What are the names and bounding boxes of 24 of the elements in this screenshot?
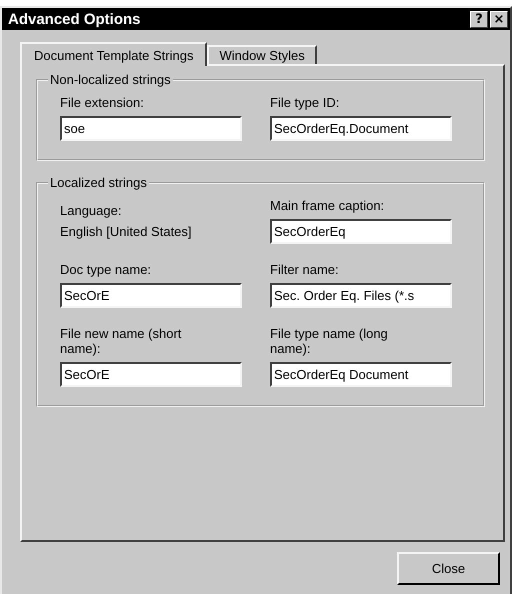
- field-label: File extension:: [60, 95, 145, 110]
- close-dialog-button[interactable]: Close: [397, 552, 500, 585]
- group-title: Non-localized strings: [49, 72, 172, 87]
- field-label: Language:: [60, 203, 122, 218]
- field-label: File type name (long name):: [270, 326, 389, 356]
- field-label: Main frame caption:: [270, 198, 386, 213]
- field-label: File type ID:: [270, 95, 340, 110]
- field-label: File new name (short name):: [60, 326, 182, 356]
- text-field[interactable]: SecOrderEq Document: [270, 362, 452, 387]
- field-label: Doc type name:: [60, 262, 152, 277]
- text-field[interactable]: SecOrderEq: [270, 219, 452, 244]
- tab[interactable]: Window Styles: [207, 45, 317, 64]
- tab[interactable]: Document Template Strings: [20, 42, 208, 66]
- close-button[interactable]: ×: [490, 10, 508, 28]
- text-field[interactable]: SecOrE: [60, 362, 242, 387]
- text-field[interactable]: Sec. Order Eq. Files (*.s: [270, 283, 452, 308]
- text-field[interactable]: SecOrE: [60, 283, 242, 308]
- group-title: Localized strings: [49, 175, 148, 190]
- field-label: Filter name:: [270, 262, 340, 277]
- static-value: English [United States]: [60, 224, 193, 239]
- window-title: Advanced Options: [8, 10, 142, 28]
- help-button[interactable]: ?: [470, 10, 488, 28]
- text-field[interactable]: SecOrderEq.Document: [270, 116, 452, 141]
- text-field[interactable]: soe: [60, 116, 242, 141]
